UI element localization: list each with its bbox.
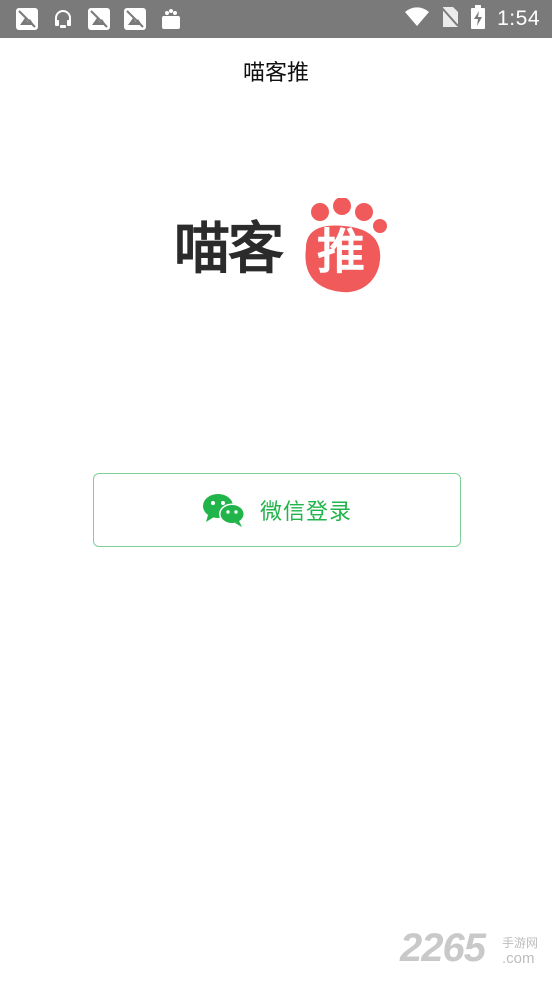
status-bar: 1:54 [0,0,552,38]
no-image-icon [88,8,110,30]
watermark-domain: .com [502,950,535,967]
notification-icons [16,8,182,30]
no-image-icon [124,8,146,30]
battery-charging-icon [471,5,486,33]
wechat-login-label: 微信登录 [259,500,352,525]
logo-text: 喵客 [174,217,284,282]
wechat-login-button[interactable]: 微信登录 [93,473,461,547]
no-sim-icon [441,6,459,32]
watermark: 2265 手游网 .com [400,926,550,976]
watermark-number: 2265 [400,926,486,970]
system-icons: 1:54 [405,5,540,33]
headset-icon [52,8,74,30]
logo-paw-char: 推 [316,224,365,280]
wifi-icon [405,7,430,31]
wechat-icon [202,494,245,527]
status-time: 1:54 [497,7,540,30]
shop-bag-icon [160,8,182,30]
no-image-icon [16,8,38,30]
app-logo: 喵客 推 [168,198,388,298]
title-bar: 喵客推 [0,38,552,104]
watermark-site-name: 手游网 [502,936,539,950]
page-title: 喵客推 [242,61,309,86]
